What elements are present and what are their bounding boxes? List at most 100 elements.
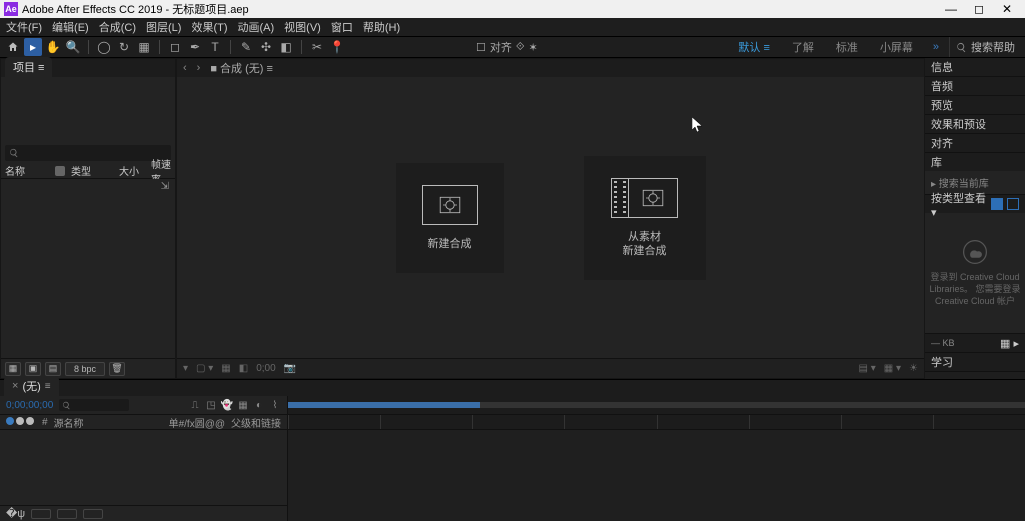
project-header-type[interactable]: 类型 bbox=[71, 163, 119, 178]
menu-help[interactable]: 帮助(H) bbox=[363, 19, 400, 35]
color-depth-button[interactable]: 8 bpc bbox=[65, 362, 105, 376]
source-name-header[interactable]: 源名称 bbox=[54, 415, 84, 430]
3d-view-dropdown[interactable]: ▦ ▾ bbox=[884, 363, 901, 374]
list-view-icon[interactable] bbox=[1007, 198, 1019, 210]
learn-panel-tab[interactable]: 学习 bbox=[925, 353, 1025, 371]
menu-file[interactable]: 文件(F) bbox=[6, 19, 42, 35]
align-panel-tab[interactable]: 对齐 bbox=[925, 134, 1025, 152]
info-panel-tab[interactable]: 信息 bbox=[925, 58, 1025, 76]
snapping-toggle[interactable]: ☐对齐 ⟐ ✶ bbox=[470, 39, 544, 55]
timeline-layer-list[interactable] bbox=[0, 430, 287, 505]
rotate-tool[interactable]: ↻ bbox=[115, 38, 133, 56]
project-item-list[interactable]: ⇲ bbox=[1, 179, 175, 358]
navigator-handle[interactable] bbox=[288, 402, 480, 408]
flowchart-icon[interactable]: ⇲ bbox=[161, 181, 169, 192]
menu-edit[interactable]: 编辑(E) bbox=[52, 19, 89, 35]
workspace-small[interactable]: 小屏幕 bbox=[870, 39, 923, 55]
timeline-tracks[interactable] bbox=[288, 430, 1025, 521]
workspace-more[interactable]: » bbox=[925, 41, 947, 53]
av-switches-header[interactable] bbox=[6, 417, 36, 428]
resolution-dropdown[interactable]: ▢ ▾ bbox=[196, 363, 213, 374]
switches-header[interactable]: 单#/fx圆@@ bbox=[169, 415, 225, 430]
timeline-navigator[interactable] bbox=[288, 396, 1025, 414]
eraser-tool[interactable]: ◧ bbox=[277, 38, 295, 56]
layer-number-header[interactable]: # bbox=[42, 417, 48, 428]
modes-pane-toggle[interactable] bbox=[57, 509, 77, 519]
pen-tool[interactable]: ✒ bbox=[186, 38, 204, 56]
parent-pane-toggle[interactable] bbox=[83, 509, 103, 519]
menu-view[interactable]: 视图(V) bbox=[284, 19, 321, 35]
timeline-track-area[interactable] bbox=[288, 396, 1025, 521]
timeline-search[interactable] bbox=[59, 399, 129, 411]
composition-panel: ‹ › ■ 合成 (无) ≡ 新建合成 bbox=[176, 58, 925, 379]
window-maximize-button[interactable]: ◻ bbox=[965, 2, 993, 16]
current-timecode[interactable]: 0;00;00;00 bbox=[6, 400, 53, 411]
help-search[interactable]: 搜索帮助 bbox=[949, 37, 1021, 57]
cache-icons[interactable]: ▦ ▸ bbox=[1000, 337, 1019, 350]
preview-panel-tab[interactable]: 预览 bbox=[925, 96, 1025, 114]
menu-anim[interactable]: 动画(A) bbox=[238, 19, 275, 35]
comp-tab[interactable]: ■ 合成 (无) ≡ bbox=[210, 60, 273, 76]
libraries-panel-tab[interactable]: 库 bbox=[925, 153, 1025, 171]
audio-panel-tab[interactable]: 音频 bbox=[925, 77, 1025, 95]
window-minimize-button[interactable]: — bbox=[937, 2, 965, 16]
new-composition-card[interactable]: 新建合成 bbox=[396, 163, 504, 273]
workspace-learn[interactable]: 了解 bbox=[782, 39, 824, 55]
switches-pane-toggle[interactable] bbox=[31, 509, 51, 519]
shy-icon[interactable]: 👻 bbox=[221, 399, 233, 411]
hand-tool[interactable]: ✋ bbox=[44, 38, 62, 56]
time-display[interactable]: 0;00 bbox=[256, 363, 275, 374]
comp-mini-flowchart-icon[interactable]: ⎍ bbox=[189, 399, 201, 411]
menu-layer[interactable]: 图层(L) bbox=[146, 19, 181, 35]
comp-nav-fwd[interactable]: › bbox=[197, 62, 201, 74]
graph-editor-icon[interactable]: ⌇ bbox=[269, 399, 281, 411]
project-header-size[interactable]: 大小 bbox=[119, 163, 151, 178]
project-tab[interactable]: 项目 ≡ bbox=[5, 57, 52, 77]
camera-tool[interactable]: ▦ bbox=[135, 38, 153, 56]
toggle-switches-button[interactable]: �ψ bbox=[6, 507, 25, 520]
workspace-default[interactable]: 默认 ≡ bbox=[728, 39, 779, 55]
shape-tool[interactable]: ◻ bbox=[166, 38, 184, 56]
workspace-standard[interactable]: 标准 bbox=[826, 39, 868, 55]
libraries-browse-dropdown[interactable]: 按类型查看 ▾ bbox=[931, 190, 991, 219]
orbit-tool[interactable]: ◯ bbox=[95, 38, 113, 56]
project-footer: ▦ ▣ ▤ 8 bpc 🗑 bbox=[1, 358, 175, 378]
effects-panel-tab[interactable]: 效果和预设 bbox=[925, 115, 1025, 133]
label-color-icon[interactable] bbox=[55, 166, 65, 176]
home-button[interactable] bbox=[4, 38, 22, 56]
window-close-button[interactable]: ✕ bbox=[993, 2, 1021, 16]
view-layout-dropdown[interactable]: ▤ ▾ bbox=[859, 363, 876, 374]
text-tool[interactable]: T bbox=[206, 38, 224, 56]
project-header-name[interactable]: 名称 bbox=[5, 163, 55, 178]
menu-comp[interactable]: 合成(C) bbox=[99, 19, 136, 35]
interpret-footage-button[interactable]: ▦ bbox=[5, 362, 21, 376]
puppet-tool[interactable]: 📍 bbox=[328, 38, 346, 56]
new-comp-button[interactable]: ▤ bbox=[45, 362, 61, 376]
roto-tool[interactable]: ✂ bbox=[308, 38, 326, 56]
brush-tool[interactable]: ✎ bbox=[237, 38, 255, 56]
comp-nav-back[interactable]: ‹ bbox=[183, 62, 187, 74]
delete-button[interactable]: 🗑 bbox=[109, 362, 125, 376]
snapshot-button[interactable]: 📷 bbox=[284, 363, 296, 374]
draft3d-icon[interactable]: ◳ bbox=[205, 399, 217, 411]
menu-window[interactable]: 窗口 bbox=[331, 19, 353, 35]
grid-view-icon[interactable] bbox=[991, 198, 1003, 210]
menu-effect[interactable]: 效果(T) bbox=[191, 19, 227, 35]
motion-blur-icon[interactable]: ◐ bbox=[253, 399, 265, 411]
grid-button[interactable]: ▦ bbox=[221, 363, 230, 374]
timeline-ruler[interactable] bbox=[288, 414, 1025, 430]
new-folder-button[interactable]: ▣ bbox=[25, 362, 41, 376]
selection-tool[interactable]: ▸ bbox=[24, 38, 42, 56]
timeline-tab[interactable]: × (无) ≡ bbox=[4, 376, 59, 396]
new-comp-from-footage-card[interactable]: 从素材新建合成 bbox=[584, 156, 706, 280]
toolbar-separator bbox=[301, 40, 302, 54]
parent-header[interactable]: 父级和链接 bbox=[231, 415, 281, 430]
frame-blend-icon[interactable]: ▦ bbox=[237, 399, 249, 411]
zoom-dropdown[interactable]: ▾ bbox=[183, 363, 188, 374]
clone-tool[interactable]: ✣ bbox=[257, 38, 275, 56]
composition-viewer[interactable]: 新建合成 从素材新建合成 bbox=[177, 77, 924, 358]
zoom-tool[interactable]: 🔍 bbox=[64, 38, 82, 56]
project-search[interactable] bbox=[5, 145, 171, 161]
exposure-button[interactable]: ☀ bbox=[909, 363, 918, 374]
mask-button[interactable]: ◧ bbox=[239, 363, 248, 374]
